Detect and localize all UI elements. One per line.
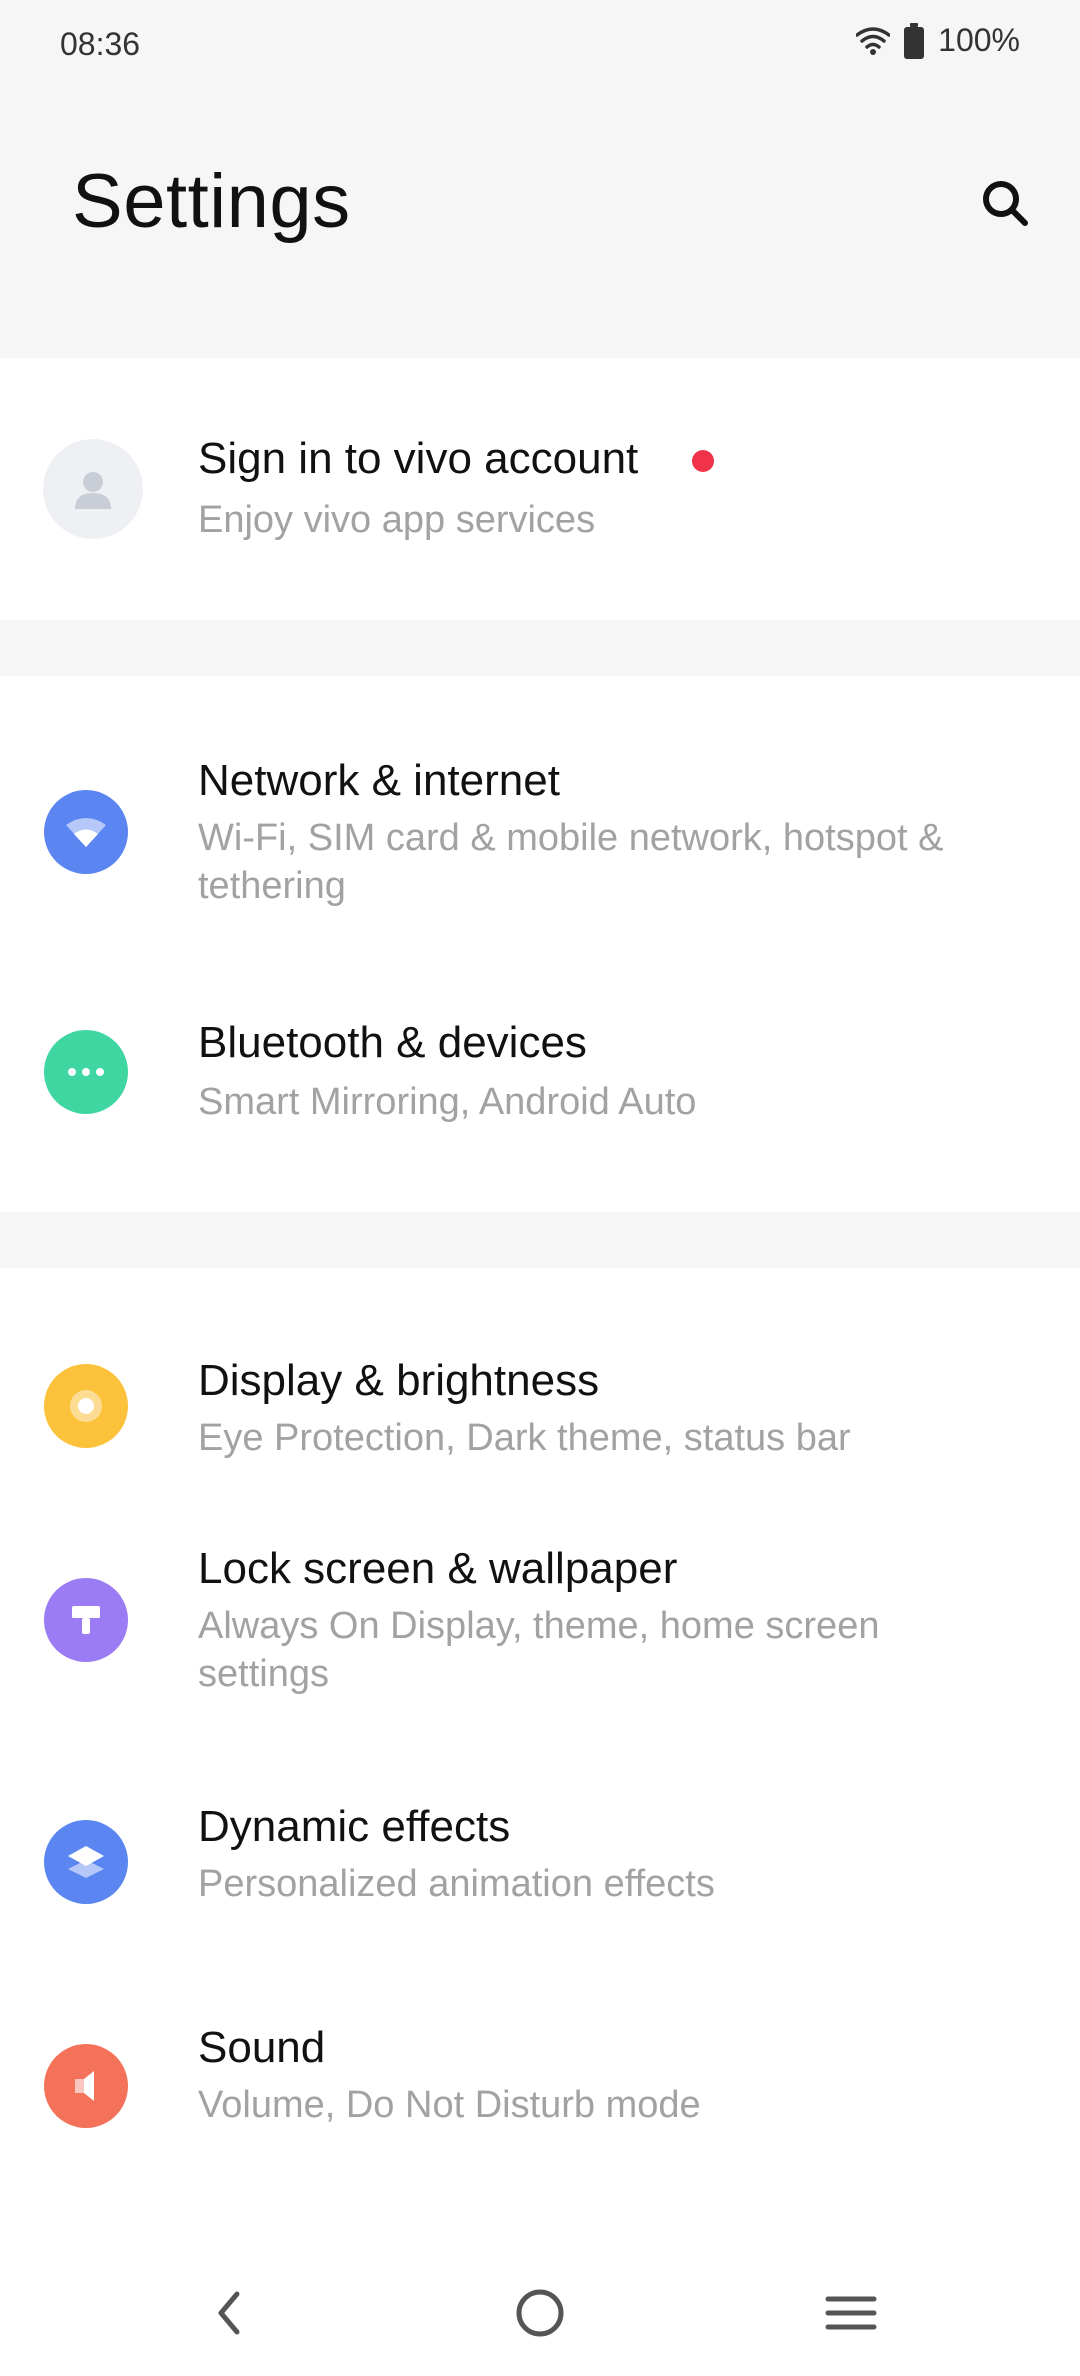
menu-icon bbox=[825, 2291, 877, 2340]
search-icon bbox=[980, 178, 1030, 233]
layers-icon bbox=[44, 1820, 128, 1904]
sound-subtitle: Volume, Do Not Disturb mode bbox=[198, 2084, 701, 2126]
display-section: Display & brightness Eye Protection, Dar… bbox=[0, 1268, 1080, 2376]
paint-roller-icon bbox=[44, 1578, 128, 1662]
status-icons: 100% bbox=[856, 22, 1020, 59]
back-button[interactable] bbox=[184, 2270, 274, 2360]
connectivity-section: Network & internet Wi-Fi, SIM card & mob… bbox=[0, 676, 1080, 1212]
settings-item-network[interactable]: Network & internet Wi-Fi, SIM card & mob… bbox=[0, 676, 1080, 946]
battery-icon bbox=[904, 22, 925, 59]
settings-item-display[interactable]: Display & brightness Eye Protection, Dar… bbox=[0, 1268, 1080, 1488]
back-icon bbox=[209, 2288, 249, 2343]
status-bar: 08:36 100% bbox=[0, 0, 1080, 90]
home-button[interactable] bbox=[495, 2270, 585, 2360]
settings-item-bluetooth[interactable]: Bluetooth & devices Smart Mirroring, And… bbox=[0, 946, 1080, 1212]
bluetooth-title: Bluetooth & devices bbox=[198, 1018, 587, 1067]
bluetooth-subtitle: Smart Mirroring, Android Auto bbox=[198, 1081, 697, 1123]
account-title: Sign in to vivo account bbox=[198, 434, 639, 483]
lockscreen-subtitle: Always On Display, theme, home screen se… bbox=[198, 1605, 880, 1695]
status-time: 08:36 bbox=[60, 26, 141, 62]
notification-dot bbox=[692, 450, 714, 472]
search-button[interactable] bbox=[970, 170, 1040, 240]
network-title: Network & internet bbox=[198, 756, 560, 805]
settings-item-lockscreen[interactable]: Lock screen & wallpaper Always On Displa… bbox=[0, 1488, 1080, 1748]
header: Settings bbox=[0, 90, 1080, 358]
avatar-icon bbox=[43, 439, 143, 539]
account-row[interactable]: Sign in to vivo account Enjoy vivo app s… bbox=[0, 358, 1080, 620]
wifi-icon bbox=[44, 790, 128, 874]
battery-text: 100% bbox=[938, 22, 1020, 58]
bluetooth-dots-icon bbox=[44, 1030, 128, 1114]
wifi-icon bbox=[856, 26, 891, 56]
network-subtitle: Wi-Fi, SIM card & mobile network, hotspo… bbox=[198, 817, 944, 907]
navigation-bar bbox=[0, 2250, 1080, 2376]
account-section: Sign in to vivo account Enjoy vivo app s… bbox=[0, 358, 1080, 620]
home-icon bbox=[514, 2287, 566, 2344]
account-subtitle: Enjoy vivo app services bbox=[198, 499, 596, 541]
speaker-icon bbox=[44, 2044, 128, 2128]
settings-item-dynamic-effects[interactable]: Dynamic effects Personalized animation e… bbox=[0, 1748, 1080, 1973]
menu-button[interactable] bbox=[806, 2270, 896, 2360]
dynamic-effects-title: Dynamic effects bbox=[198, 1802, 511, 1851]
dynamic-effects-subtitle: Personalized animation effects bbox=[198, 1863, 715, 1905]
display-title: Display & brightness bbox=[198, 1356, 600, 1405]
brightness-icon bbox=[44, 1364, 128, 1448]
lockscreen-title: Lock screen & wallpaper bbox=[198, 1544, 678, 1593]
page-title: Settings bbox=[72, 159, 351, 244]
display-subtitle: Eye Protection, Dark theme, status bar bbox=[198, 1417, 851, 1459]
sound-title: Sound bbox=[198, 2023, 326, 2072]
settings-item-sound[interactable]: Sound Volume, Do Not Disturb mode bbox=[0, 1973, 1080, 2203]
